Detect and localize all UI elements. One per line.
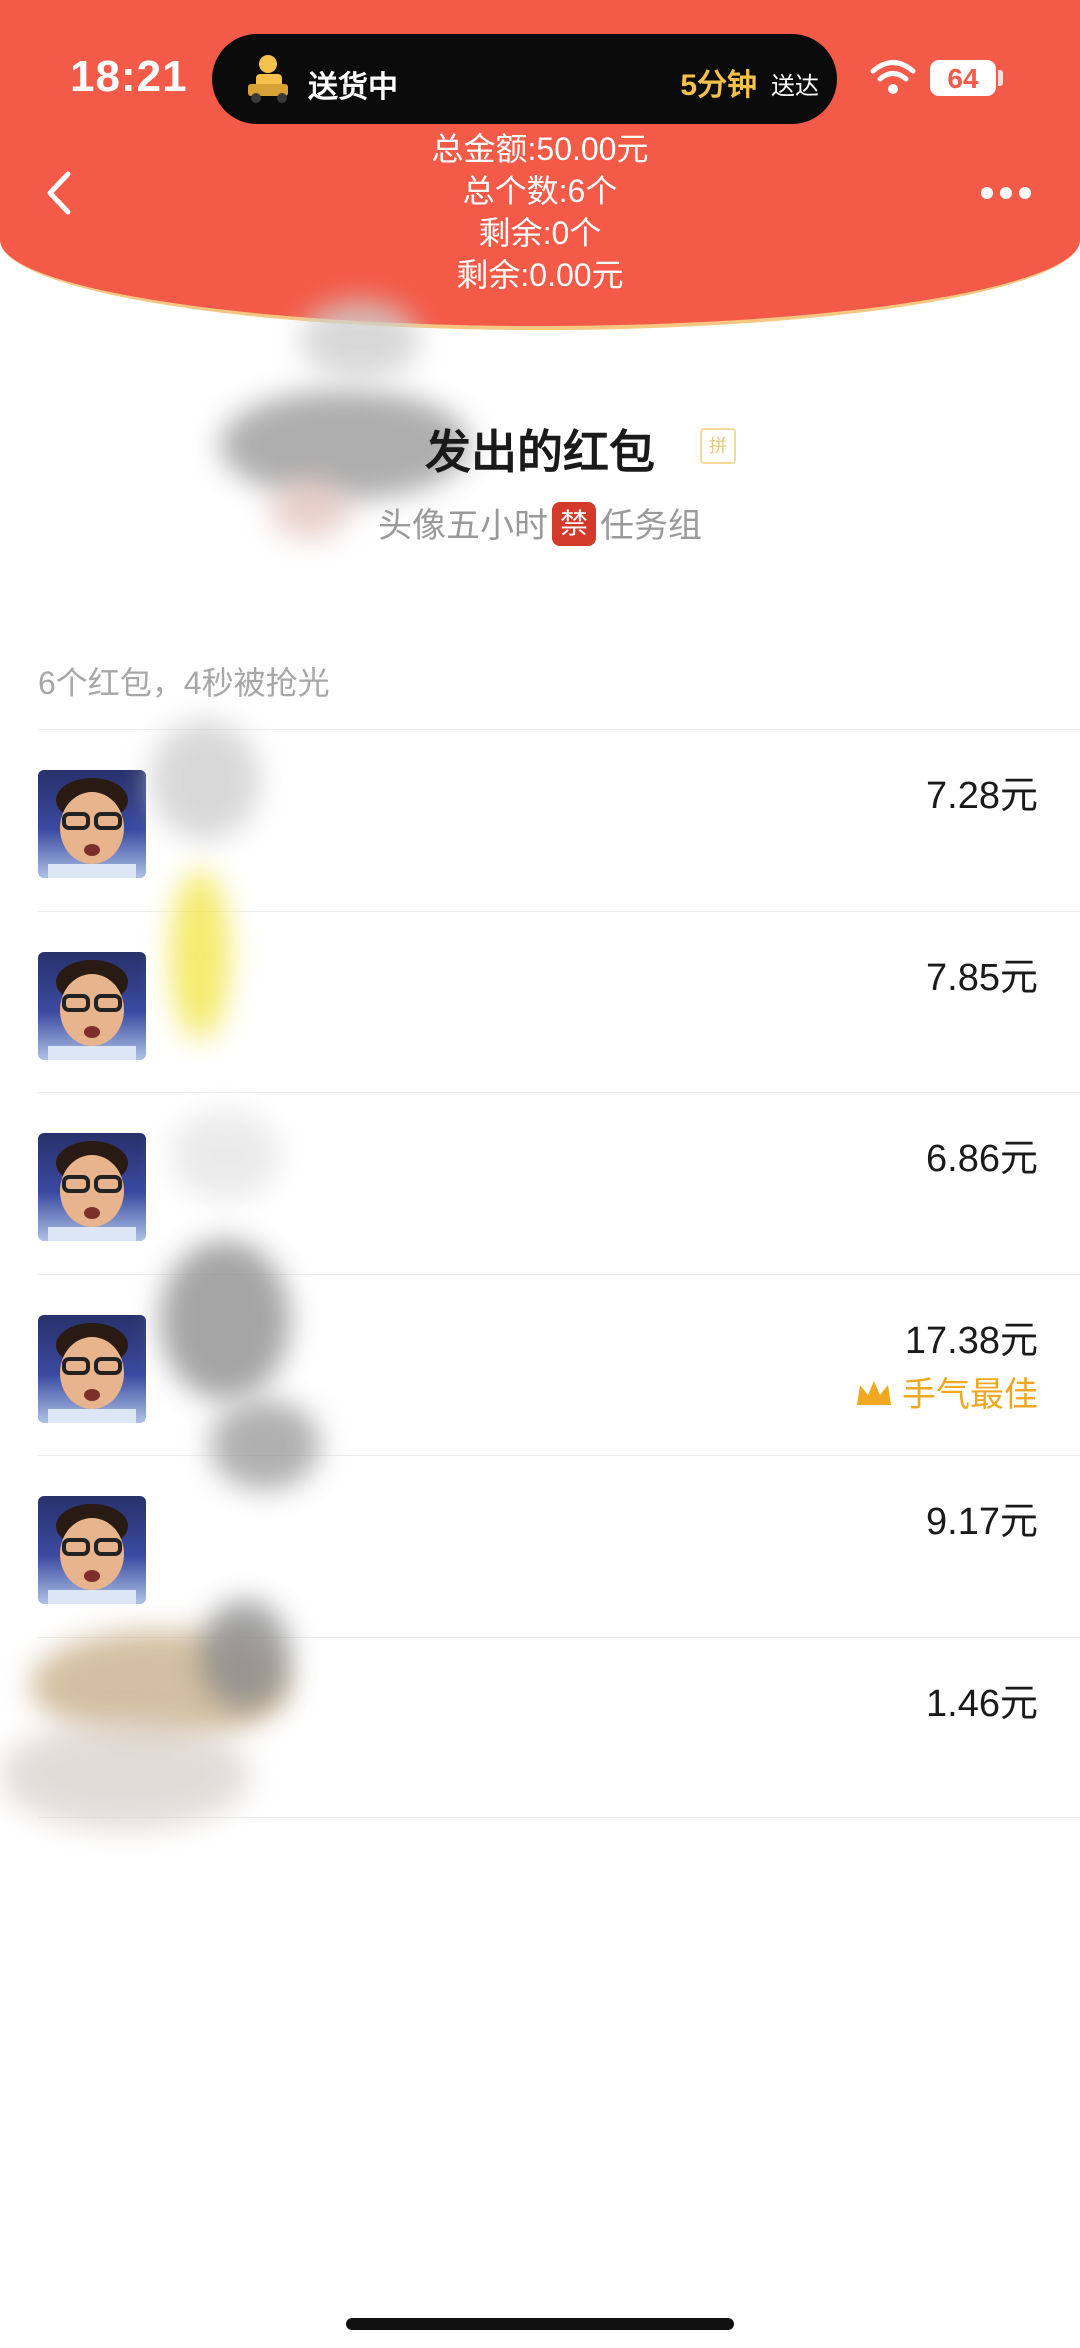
amount: 7.28元: [926, 775, 1038, 817]
avatar[interactable]: [38, 770, 146, 878]
group-suffix: 任务组: [600, 507, 702, 545]
total-count: 总个数:6个: [462, 173, 618, 209]
avatar[interactable]: [38, 951, 146, 1060]
amount: 1.46元: [926, 1682, 1038, 1725]
redaction-smudge: [0, 1720, 250, 1830]
best-luck-text: 手气最佳: [902, 1375, 1038, 1414]
battery-icon: 64: [930, 60, 996, 96]
redaction-smudge: [170, 870, 230, 1040]
delivery-status: 送货中: [308, 71, 398, 104]
group-name[interactable]: 头像五小时禁任务组: [0, 498, 1080, 550]
amount: 17.38元: [904, 1319, 1038, 1362]
redaction-smudge: [150, 720, 260, 840]
redaction-smudge: [210, 1400, 320, 1490]
sender-title: 发出的红包: [425, 426, 655, 478]
crown-icon: [857, 1380, 891, 1405]
delivery-arrive: 送达: [771, 73, 819, 100]
delivery-icon: [248, 55, 288, 103]
amount: 7.85元: [926, 956, 1038, 999]
avatar[interactable]: [38, 1314, 146, 1423]
total-amount: 总金额:50.00元: [431, 131, 649, 167]
best-luck-label: 手气最佳: [854, 1367, 1038, 1416]
status-time: 18:21: [70, 52, 188, 101]
group-prefix: 头像五小时: [378, 507, 548, 545]
redaction-smudge: [200, 1600, 290, 1710]
avatar[interactable]: [38, 1133, 146, 1241]
avatar[interactable]: [38, 1496, 146, 1604]
list-item[interactable]: 9.17元: [38, 1455, 1080, 1637]
battery-level: 64: [947, 63, 979, 94]
wifi-icon: [870, 60, 916, 94]
redaction-smudge: [160, 1240, 290, 1400]
count-line: 6个红包，4秒被抢光: [38, 665, 330, 701]
redaction-smudge: [170, 1110, 280, 1200]
ban-badge: 禁: [552, 502, 596, 547]
amount: 6.86元: [926, 1138, 1038, 1180]
summary-block: 总金额:50.00元 总个数:6个 剩余:0个 剩余:0.00元: [0, 128, 1080, 296]
battery-cap: [998, 70, 1003, 86]
delivery-eta: 5分钟: [680, 69, 757, 102]
home-indicator[interactable]: [346, 2318, 734, 2330]
amount: 9.17元: [926, 1501, 1038, 1543]
redaction-smudge: [300, 300, 420, 380]
remaining-count: 剩余:0个: [478, 215, 602, 251]
remaining-amount: 剩余:0.00元: [456, 257, 624, 293]
pin-tag: 拼: [700, 428, 736, 464]
dynamic-island[interactable]: 送货中 5分钟 送达: [212, 34, 837, 124]
